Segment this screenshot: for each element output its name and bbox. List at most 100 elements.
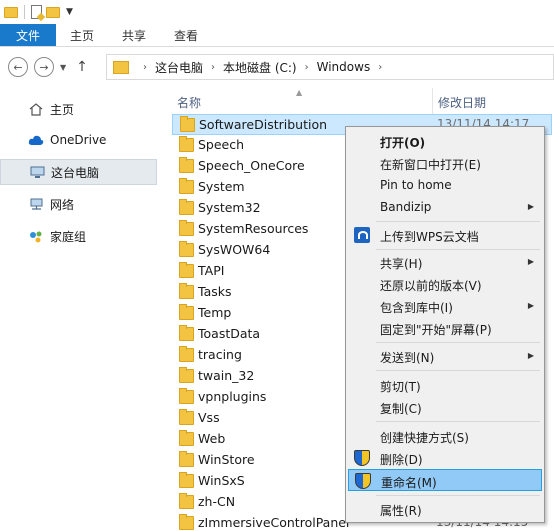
cloud-icon xyxy=(28,133,44,147)
nav-item-home[interactable]: 主页 xyxy=(0,96,157,122)
menu-item-pin-home[interactable]: Pin to home xyxy=(348,174,542,196)
menu-separator xyxy=(376,221,540,222)
folder-icon xyxy=(179,220,194,236)
file-name: Vss xyxy=(198,410,220,425)
toolbar-divider xyxy=(24,5,25,19)
nav-item-label: 网络 xyxy=(50,197,75,212)
tab-home[interactable]: 主页 xyxy=(56,24,108,46)
back-button[interactable]: ← xyxy=(8,57,28,77)
nav-item-onedrive[interactable]: OneDrive xyxy=(0,127,157,153)
menu-item-label: 创建快捷方式(S) xyxy=(380,431,469,445)
nav-item-this-pc[interactable]: 这台电脑 xyxy=(0,159,157,185)
menu-item-delete[interactable]: 删除(D) xyxy=(348,447,542,469)
menu-item-include-library[interactable]: 包含到库中(I) ▶ xyxy=(348,295,542,317)
chevron-right-icon[interactable]: › xyxy=(378,62,382,73)
chevron-right-icon[interactable]: › xyxy=(143,62,147,73)
menu-item-restore-versions[interactable]: 还原以前的版本(V) xyxy=(348,273,542,295)
file-name: System32 xyxy=(198,200,261,215)
file-name: TAPI xyxy=(198,263,225,278)
file-name: SoftwareDistribution xyxy=(199,117,328,132)
forward-button[interactable]: → xyxy=(34,57,54,77)
menu-item-send-to[interactable]: 发送到(N) ▶ xyxy=(348,345,542,367)
list-header: ▲ 名称 修改日期 xyxy=(160,88,554,114)
nav-item-label: OneDrive xyxy=(50,133,107,147)
uac-shield-icon xyxy=(355,473,371,489)
submenu-arrow-icon: ▶ xyxy=(527,351,534,360)
menu-item-create-shortcut[interactable]: 创建快捷方式(S) xyxy=(348,425,542,447)
menu-item-label: 上传到WPS云文档 xyxy=(380,230,479,244)
file-name: zh-CN xyxy=(198,494,236,509)
tab-share[interactable]: 共享 xyxy=(108,24,160,46)
nav-item-network[interactable]: 网络 xyxy=(0,191,157,217)
menu-item-rename[interactable]: 重命名(M) xyxy=(348,469,542,491)
wps-cloud-icon xyxy=(354,227,370,243)
folder-icon xyxy=(179,199,194,215)
ribbon-tabs: 文件 主页 共享 查看 xyxy=(0,24,554,47)
folder-icon xyxy=(179,493,194,509)
menu-item-open[interactable]: 打开(O) xyxy=(348,130,542,152)
context-menu: 打开(O) 在新窗口中打开(E) Pin to home Bandizip ▶ 上… xyxy=(345,126,545,523)
menu-item-copy[interactable]: 复制(C) xyxy=(348,396,542,418)
folder-icon xyxy=(179,136,194,152)
menu-item-label: 属性(R) xyxy=(380,504,422,518)
menu-item-label: 发送到(N) xyxy=(380,351,435,365)
menu-item-label: 固定到"开始"屏幕(P) xyxy=(380,323,492,337)
address-bar[interactable]: › 这台电脑 › 本地磁盘 (C:) › Windows › xyxy=(106,54,554,80)
chevron-right-icon[interactable]: › xyxy=(211,62,215,73)
file-name: SysWOW64 xyxy=(198,242,271,257)
tab-file[interactable]: 文件 xyxy=(0,24,57,46)
menu-item-open-new-window[interactable]: 在新窗口中打开(E) xyxy=(348,152,542,174)
breadcrumb-this-pc[interactable]: 这台电脑 xyxy=(155,59,203,76)
navigation-pane: 主页 OneDrive 这台电脑 网络 家庭组 xyxy=(0,88,160,531)
column-divider[interactable] xyxy=(432,88,433,114)
recent-locations-dropdown[interactable]: ▼ xyxy=(60,63,66,72)
menu-separator xyxy=(376,421,540,422)
folder-icon xyxy=(179,283,194,299)
column-header-name[interactable]: 名称 xyxy=(177,94,201,111)
nav-item-homegroup[interactable]: 家庭组 xyxy=(0,223,157,249)
chevron-right-icon[interactable]: › xyxy=(305,62,309,73)
file-name: Tasks xyxy=(198,284,232,299)
folder-icon xyxy=(179,430,194,446)
menu-item-label: Bandizip xyxy=(380,200,432,214)
breadcrumb-windows[interactable]: Windows xyxy=(317,60,371,74)
up-button[interactable]: ↑ xyxy=(76,59,88,75)
nav-item-label: 家庭组 xyxy=(50,229,87,244)
menu-item-wps-upload[interactable]: 上传到WPS云文档 xyxy=(348,224,542,246)
tab-view[interactable]: 查看 xyxy=(160,24,212,46)
submenu-arrow-icon: ▶ xyxy=(527,257,534,266)
file-name: WinSxS xyxy=(198,473,245,488)
menu-separator xyxy=(376,342,540,343)
menu-separator xyxy=(376,495,540,496)
customize-dropdown-icon[interactable]: ▼ xyxy=(66,7,73,17)
file-name: twain_32 xyxy=(198,368,255,383)
menu-item-cut[interactable]: 剪切(T) xyxy=(348,374,542,396)
menu-item-share[interactable]: 共享(H) ▶ xyxy=(348,251,542,273)
folder-icon xyxy=(179,346,194,362)
menu-item-pin-start[interactable]: 固定到"开始"屏幕(P) xyxy=(348,317,542,339)
submenu-arrow-icon: ▶ xyxy=(527,301,534,310)
properties-icon[interactable] xyxy=(31,5,42,19)
folder-icon xyxy=(179,157,194,173)
sort-ascending-icon: ▲ xyxy=(296,88,303,97)
nav-item-label: 这台电脑 xyxy=(51,165,100,180)
new-folder-icon[interactable] xyxy=(46,6,60,18)
file-name: ToastData xyxy=(198,326,261,341)
menu-item-label: Pin to home xyxy=(380,178,452,192)
submenu-arrow-icon: ▶ xyxy=(527,202,534,211)
breadcrumb-local-disk[interactable]: 本地磁盘 (C:) xyxy=(223,59,297,76)
homegroup-icon xyxy=(28,229,44,243)
folder-icon xyxy=(179,262,194,278)
column-header-date-modified[interactable]: 修改日期 xyxy=(438,94,486,111)
file-name: tracing xyxy=(198,347,242,362)
menu-item-bandizip[interactable]: Bandizip ▶ xyxy=(348,196,542,218)
computer-icon xyxy=(29,165,45,179)
navigation-bar: ← → ▼ ↑ › 这台电脑 › 本地磁盘 (C:) › Windows › xyxy=(0,48,554,86)
folder-icon xyxy=(179,514,194,530)
folder-icon xyxy=(113,60,129,74)
menu-item-label: 包含到库中(I) xyxy=(380,301,453,315)
menu-item-properties[interactable]: 属性(R) xyxy=(348,498,542,520)
network-icon xyxy=(28,197,44,211)
menu-item-label: 重命名(M) xyxy=(381,476,437,490)
file-name: Web xyxy=(198,431,226,446)
